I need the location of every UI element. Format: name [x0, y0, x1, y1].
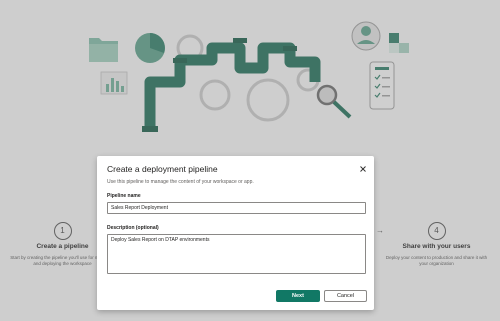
description-label: Description (optional)	[107, 225, 159, 231]
pipeline-name-input[interactable]: Sales Report Deployment	[107, 202, 366, 214]
next-button[interactable]: Next	[276, 290, 320, 302]
close-icon[interactable]	[358, 164, 368, 174]
create-pipeline-dialog: Create a deployment pipeline Use this pi…	[97, 156, 374, 310]
dialog-subtitle: Use this pipeline to manage the content …	[107, 179, 254, 185]
dialog-title: Create a deployment pipeline	[107, 164, 218, 174]
cancel-button[interactable]: Cancel	[324, 290, 367, 302]
description-textarea[interactable]: Deploy Sales Report on DTAP environments	[107, 234, 366, 274]
pipeline-name-label: Pipeline name	[107, 193, 141, 199]
